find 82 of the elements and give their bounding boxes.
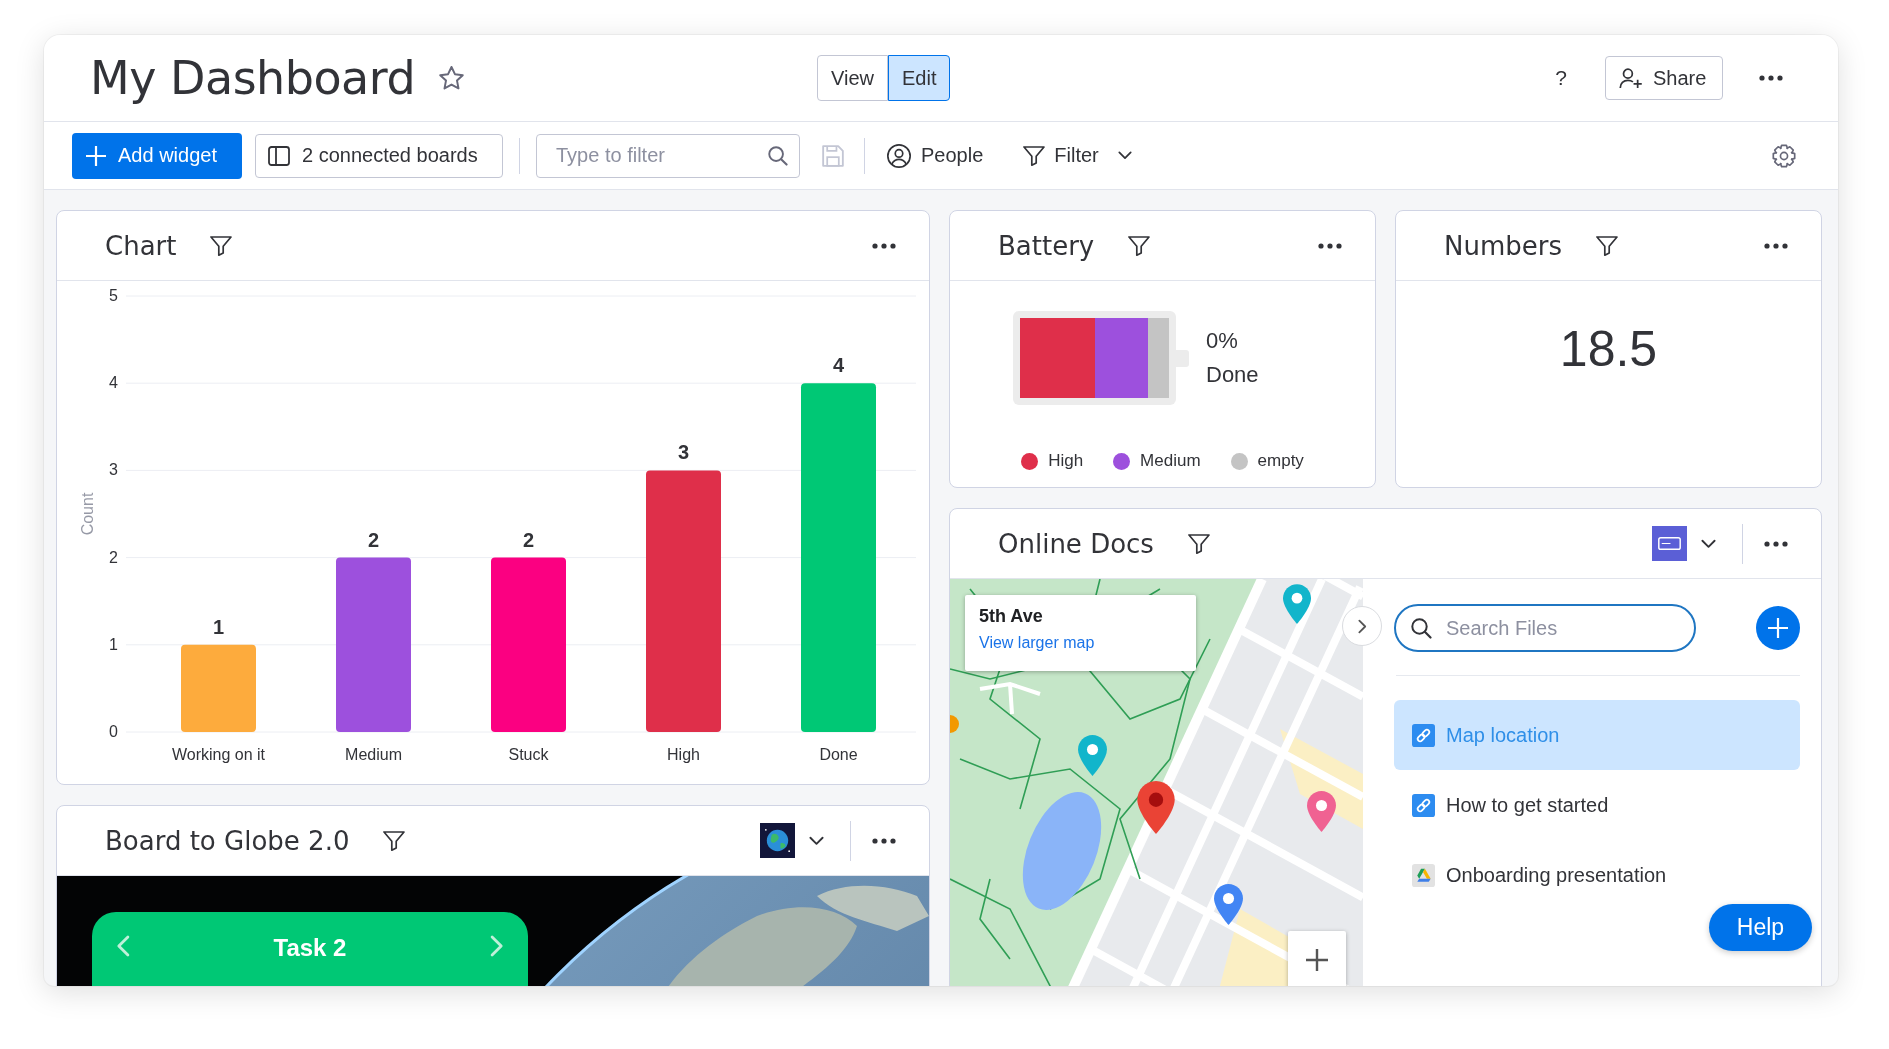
view-map-link[interactable]: View larger map — [979, 634, 1182, 652]
bar-value-label: 2 — [522, 528, 535, 551]
globe-icon[interactable] — [760, 823, 795, 858]
help-button[interactable]: ? — [1555, 66, 1567, 90]
zoom-in-button[interactable] — [1288, 931, 1346, 986]
dashboard-title: My Dashboard — [90, 51, 416, 105]
drive-icon — [1412, 863, 1435, 887]
help-button[interactable]: Help — [1709, 904, 1812, 951]
number-value: 18.5 — [1559, 320, 1658, 379]
y-axis-label: 1 — [109, 635, 118, 653]
app-tile-icon[interactable] — [1652, 526, 1687, 561]
y-axis-label: 3 — [109, 461, 118, 479]
filter-icon[interactable] — [1128, 235, 1151, 256]
people-button[interactable]: People — [887, 143, 984, 168]
chevron-right-icon — [1357, 618, 1367, 634]
file-search-field[interactable]: Search Files — [1394, 604, 1696, 652]
map-pin-icon — [1283, 584, 1311, 624]
bar-value-label: 2 — [367, 528, 380, 551]
map-pin-icon — [1214, 884, 1243, 925]
x-axis-label: Done — [819, 746, 858, 763]
map-pin-icon — [1078, 735, 1107, 776]
search-icon[interactable] — [768, 145, 788, 166]
more-icon[interactable] — [1764, 242, 1788, 249]
connected-boards-button[interactable]: 2 connected boards — [255, 133, 503, 178]
share-button[interactable]: Share — [1605, 56, 1723, 100]
filter-search-field[interactable]: Type to filter — [536, 133, 800, 178]
y-axis-label: 0 — [109, 723, 118, 740]
task-title: Task 2 — [273, 934, 347, 962]
filter-icon[interactable] — [1187, 533, 1210, 554]
plus-icon — [1768, 618, 1788, 638]
mode-tab[interactable]: View — [817, 55, 888, 101]
chevron-down-icon[interactable] — [1701, 538, 1716, 549]
add-widget-button[interactable]: Add widget — [72, 132, 242, 179]
widget-title: Board to Globe 2.0 — [105, 825, 350, 856]
file-item[interactable]: How to get started — [1394, 770, 1800, 840]
link-icon — [1412, 723, 1435, 747]
settings-icon[interactable] — [1772, 143, 1796, 168]
widget-title: Battery — [998, 230, 1095, 261]
widget-title: Numbers — [1444, 230, 1562, 261]
search-icon — [1411, 618, 1432, 639]
more-icon[interactable] — [1759, 75, 1783, 81]
x-axis-label: Medium — [345, 746, 402, 763]
widget-title: Chart — [105, 230, 177, 261]
bar-value-label: 1 — [212, 615, 225, 638]
x-axis-label: Stuck — [508, 746, 549, 763]
board-icon — [268, 145, 290, 166]
filter-icon — [1023, 145, 1046, 166]
battery-percent: 0% — [1206, 327, 1239, 355]
battery-status: Done — [1206, 361, 1259, 389]
y-axis-label: 5 — [109, 287, 118, 304]
plus-icon — [86, 145, 106, 166]
y-axis-label: 4 — [109, 374, 118, 392]
plus-icon — [1306, 949, 1328, 971]
axis-title: Count — [79, 492, 96, 536]
person-icon — [887, 143, 911, 168]
widget-title: Online Docs — [998, 528, 1154, 559]
more-icon[interactable] — [1764, 540, 1788, 547]
place-name: 5th Ave — [979, 606, 1044, 627]
star-icon[interactable] — [439, 66, 465, 90]
map-pin-icon — [1307, 791, 1336, 832]
more-icon[interactable] — [872, 242, 896, 249]
x-axis-label: Working on it — [171, 746, 266, 763]
y-axis-label: 2 — [109, 548, 118, 566]
chevron-down-icon[interactable] — [809, 835, 824, 846]
more-icon[interactable] — [1318, 242, 1342, 249]
chevron-down-icon — [1117, 151, 1132, 160]
filter-icon[interactable] — [383, 830, 406, 851]
map-pin-icon[interactable] — [1137, 781, 1175, 834]
legend-label: Medium — [1140, 451, 1201, 471]
filter-button[interactable]: Filter — [1023, 144, 1132, 167]
filter-icon[interactable] — [1596, 235, 1618, 256]
legend-label: empty — [1257, 451, 1304, 471]
bar-value-label: 4 — [832, 354, 845, 377]
link-icon — [1412, 793, 1435, 817]
more-icon[interactable] — [872, 837, 896, 844]
legend-label: High — [1048, 451, 1084, 471]
bar-value-label: 3 — [677, 441, 690, 464]
x-axis-label: High — [667, 746, 700, 763]
person-plus-icon — [1619, 67, 1643, 89]
add-file-button[interactable] — [1756, 606, 1800, 650]
filter-icon[interactable] — [210, 235, 233, 256]
mode-tab[interactable]: Edit — [888, 55, 951, 101]
